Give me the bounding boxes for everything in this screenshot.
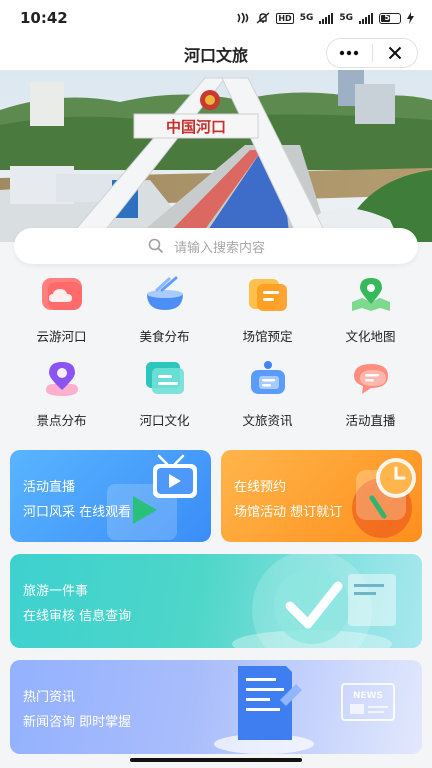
grid-item-cloud-tour[interactable]: 云游河口 bbox=[10, 276, 113, 348]
gate-sign-text: 中国河口 bbox=[166, 118, 226, 136]
card-subtitle: 场馆活动 想订就订 bbox=[234, 505, 343, 520]
feature-grid: 云游河口 美食分布 场馆预定 文化地图 景点分布 河口文化 文旅资讯 活动直播 bbox=[10, 276, 422, 432]
grid-item-culture-map[interactable]: 文化地图 bbox=[319, 276, 422, 348]
card-title: 在线预约 bbox=[234, 480, 287, 495]
news-badge: NEWS bbox=[353, 691, 383, 701]
battery-level: 50 bbox=[384, 12, 396, 22]
location-icon bbox=[45, 362, 78, 396]
grid-label: 场馆预定 bbox=[242, 329, 293, 344]
more-dots-icon bbox=[340, 50, 359, 56]
grid-label: 文化地图 bbox=[345, 329, 396, 344]
card-title: 活动直播 bbox=[23, 480, 76, 495]
close-button[interactable] bbox=[373, 39, 418, 67]
news-document-icon: NEWS bbox=[214, 666, 395, 754]
tv-play-icon bbox=[107, 454, 197, 540]
tourism-service-card[interactable]: 旅游一件事 在线审核 信息查询 bbox=[10, 554, 422, 648]
close-icon bbox=[388, 46, 401, 60]
online-booking-card[interactable]: 在线预约 场馆活动 想订就订 bbox=[221, 450, 422, 542]
charging-icon bbox=[407, 12, 414, 24]
grid-item-scenic-spots[interactable]: 景点分布 bbox=[10, 360, 113, 432]
network-label-2: 5G bbox=[339, 13, 353, 23]
card-title: 旅游一件事 bbox=[23, 584, 89, 599]
food-bowl-icon bbox=[146, 276, 183, 310]
search-placeholder: 请输入搜索内容 bbox=[174, 240, 266, 256]
grid-item-venue-booking[interactable]: 场馆预定 bbox=[216, 276, 319, 348]
mute-icon bbox=[256, 12, 270, 24]
live-chat-icon bbox=[353, 364, 388, 394]
card-title: 热门资讯 bbox=[23, 690, 76, 705]
grid-label: 河口文化 bbox=[139, 413, 190, 428]
network-label-1: 5G bbox=[299, 13, 314, 23]
home-indicator[interactable] bbox=[130, 758, 302, 762]
signal-icon bbox=[359, 12, 373, 24]
grid-item-event-live[interactable]: 活动直播 bbox=[319, 360, 422, 432]
cloud-icon bbox=[41, 278, 82, 310]
venue-icon bbox=[248, 279, 287, 311]
live-stream-card[interactable]: 活动直播 河口风采 在线观看 bbox=[10, 450, 211, 542]
card-subtitle: 在线审核 信息查询 bbox=[23, 609, 132, 624]
grid-label: 文旅资讯 bbox=[242, 413, 293, 428]
battery-icon: 50 bbox=[379, 12, 401, 24]
hd-badge: HD bbox=[276, 12, 294, 24]
signal-icon bbox=[319, 12, 334, 24]
grid-item-tourism-news[interactable]: 文旅资讯 bbox=[216, 360, 319, 432]
more-button[interactable] bbox=[327, 39, 372, 67]
culture-icon bbox=[145, 362, 184, 394]
status-time: 10:42 bbox=[20, 9, 68, 27]
card-subtitle: 新闻咨询 即时掌握 bbox=[23, 715, 132, 730]
nfc-icon bbox=[237, 12, 249, 24]
grid-label: 美食分布 bbox=[139, 329, 190, 344]
grid-label: 景点分布 bbox=[36, 413, 87, 428]
status-bar: 10:42 HD 5G 5G 50 bbox=[0, 0, 432, 36]
status-icons: HD 5G 5G 50 bbox=[236, 12, 414, 24]
clock-icon bbox=[352, 458, 416, 538]
banner-image[interactable]: 中国河口 bbox=[0, 70, 432, 242]
card-subtitle: 河口风采 在线观看 bbox=[23, 505, 132, 520]
checkmark-badge-icon bbox=[232, 554, 396, 648]
search-icon bbox=[148, 238, 164, 254]
border-gate-photo: 中国河口 bbox=[0, 70, 432, 242]
grid-item-food[interactable]: 美食分布 bbox=[113, 276, 216, 348]
grid-label: 活动直播 bbox=[345, 413, 396, 428]
mini-program-capsule bbox=[326, 38, 418, 68]
navigation-bar: 河口文旅 bbox=[0, 36, 432, 70]
search-input[interactable]: 请输入搜索内容 bbox=[14, 228, 418, 264]
grid-label: 云游河口 bbox=[36, 329, 87, 344]
map-pin-icon bbox=[351, 278, 390, 311]
grid-item-hekou-culture[interactable]: 河口文化 bbox=[113, 360, 216, 432]
hot-news-card[interactable]: NEWS 热门资讯 新闻咨询 即时掌握 bbox=[10, 660, 422, 754]
news-bell-icon bbox=[250, 361, 285, 394]
